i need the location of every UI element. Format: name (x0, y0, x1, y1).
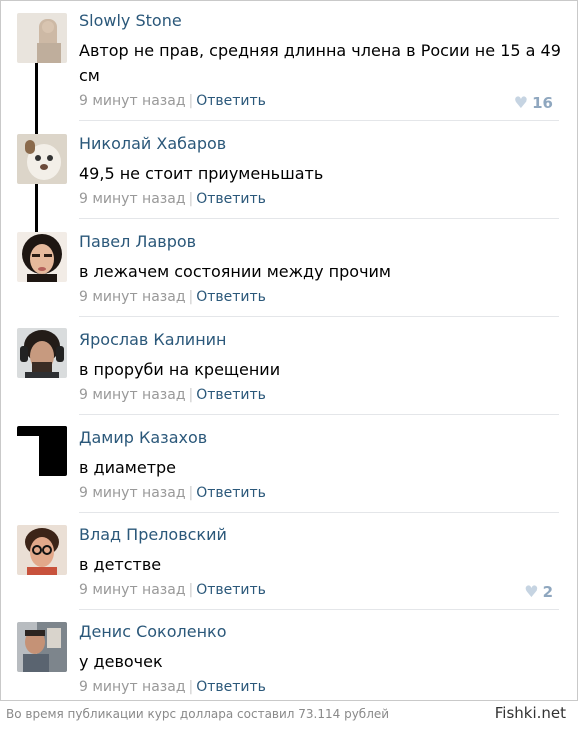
author-name[interactable]: Павел Лавров (79, 232, 196, 251)
footer-note: Во время публикации курс доллара состави… (6, 707, 390, 721)
comment-meta: 9 минут назад | Ответить (79, 387, 266, 403)
comment-text: Автор не прав, средняя длинна члена в Ро… (79, 41, 561, 85)
avatar[interactable] (17, 622, 67, 672)
timestamp: 9 минут назад (79, 387, 186, 403)
comment-divider (79, 218, 559, 219)
timestamp: 9 минут назад (79, 582, 186, 598)
comment-text: у девочек (79, 652, 163, 671)
footer-brand[interactable]: Fishki.net (495, 704, 566, 722)
comment-meta: 9 минут назад | Ответить (79, 93, 266, 109)
reply-link[interactable]: Ответить (196, 191, 266, 207)
like-button[interactable]: ♥ 16 (514, 93, 553, 112)
comments-panel: Slowly Stone Автор не прав, средняя длин… (0, 0, 578, 701)
comment-text: в лежачем состоянии между прочим (79, 262, 391, 281)
comment-text: 49,5 не стоит приуменьшать (79, 164, 324, 183)
comment-meta: 9 минут назад | Ответить (79, 679, 266, 695)
comment-item: Влад Преловский в детстве 9 минут назад |… (1, 523, 577, 608)
comment-meta: 9 минут назад | Ответить (79, 485, 266, 501)
like-count: 2 (542, 583, 553, 601)
author-name[interactable]: Slowly Stone (79, 11, 182, 30)
avatar[interactable] (17, 232, 67, 282)
comment-meta: 9 минут назад | Ответить (79, 191, 266, 207)
heart-icon: ♥ (524, 582, 539, 601)
avatar[interactable] (17, 426, 67, 476)
comment-divider (79, 512, 559, 513)
reply-link[interactable]: Ответить (196, 679, 266, 695)
timestamp: 9 минут назад (79, 485, 186, 501)
timestamp: 9 минут назад (79, 93, 186, 109)
comment-divider (79, 120, 559, 121)
avatar[interactable] (17, 328, 67, 378)
comment-divider (79, 414, 559, 415)
reply-link[interactable]: Ответить (196, 93, 266, 109)
timestamp: 9 минут назад (79, 679, 186, 695)
avatar[interactable] (17, 13, 67, 63)
reply-link[interactable]: Ответить (196, 387, 266, 403)
author-name[interactable]: Николай Хабаров (79, 134, 226, 153)
reply-link[interactable]: Ответить (196, 289, 266, 305)
reply-link[interactable]: Ответить (196, 582, 266, 598)
comment-item: Павел Лавров в лежачем состоянии между п… (1, 230, 577, 315)
heart-icon: ♥ (513, 93, 529, 112)
like-count: 16 (532, 94, 553, 112)
comment-text: в проруби на крещении (79, 360, 281, 379)
timestamp: 9 минут назад (79, 289, 186, 305)
comment-divider (79, 316, 559, 317)
timestamp: 9 минут назад (79, 191, 186, 207)
comment-text: в детстве (79, 555, 162, 574)
comment-meta: 9 минут назад | Ответить (79, 289, 266, 305)
comment-item: Николай Хабаров 49,5 не стоит приуменьша… (1, 132, 577, 217)
avatar[interactable] (17, 525, 67, 575)
comment-text: в диаметре (79, 458, 177, 477)
like-button[interactable]: ♥ 2 (524, 582, 553, 601)
comment-meta: 9 минут назад | Ответить (79, 582, 266, 598)
comment-divider (79, 609, 559, 610)
reply-link[interactable]: Ответить (196, 485, 266, 501)
author-name[interactable]: Дамир Казахов (79, 428, 207, 447)
comment-item: Денис Соколенко у девочек 9 минут назад |… (1, 620, 577, 700)
author-name[interactable]: Влад Преловский (79, 525, 227, 544)
comment-item: Slowly Stone Автор не прав, средняя длин… (1, 9, 577, 119)
author-name[interactable]: Ярослав Калинин (79, 330, 227, 349)
comment-item: Дамир Казахов в диаметре 9 минут назад | О… (1, 426, 577, 511)
author-name[interactable]: Денис Соколенко (79, 622, 226, 641)
avatar[interactable] (17, 134, 67, 184)
comment-item: Ярослав Калинин в проруби на крещении 9 … (1, 328, 577, 413)
